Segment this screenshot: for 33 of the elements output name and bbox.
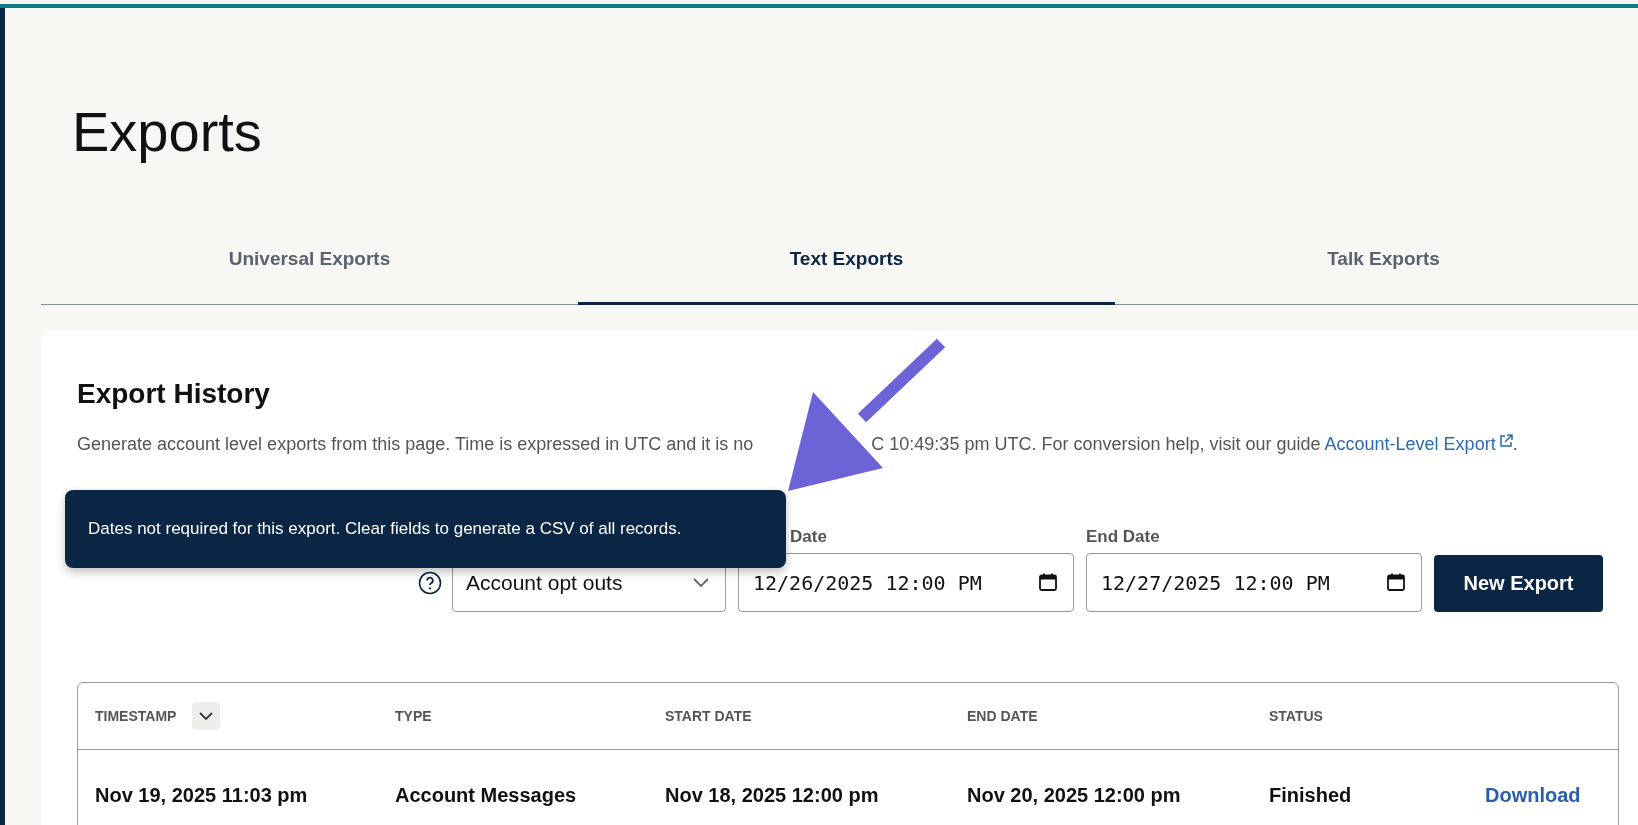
- description-text: .: [1512, 434, 1518, 455]
- calendar-icon[interactable]: [1038, 572, 1058, 592]
- field-label: Date: [790, 527, 827, 547]
- table-cell-text: Finished: [1269, 783, 1353, 807]
- page-title: Exports: [72, 100, 262, 164]
- guide-link[interactable]: Account-Level Export: [1324, 434, 1513, 455]
- column-header: TYPE: [395, 708, 432, 724]
- column-header: TIMESTAMP: [95, 708, 177, 724]
- new-export-button[interactable]: New Export: [1434, 555, 1603, 612]
- table-cell-text: Nov 18, 2025 12:00 pm: [665, 783, 880, 807]
- field-label: End Date: [1086, 527, 1160, 547]
- tab[interactable]: Text Exports: [578, 216, 1115, 305]
- start-date-field[interactable]: 12/26/2025 12:00 PM: [738, 553, 1074, 612]
- chevron-icon: [199, 711, 214, 721]
- tab[interactable]: Talk Exports: [1115, 216, 1638, 305]
- help-icon[interactable]: [418, 571, 442, 595]
- description-text: C 10:49:35 pm UTC. For conversion help, visit our guide: [871, 434, 1321, 455]
- chevron-icon: [693, 577, 709, 588]
- column-header: END DATE: [967, 708, 1038, 724]
- description-text: Generate account level exports from this page. Time is expressed in UTC and it is no: [77, 434, 754, 455]
- column-header: START DATE: [665, 708, 752, 724]
- tab[interactable]: Universal Exports: [41, 216, 578, 305]
- external-link-icon: [1498, 434, 1513, 448]
- calendar-icon[interactable]: [1386, 572, 1406, 592]
- download-link[interactable]: Download: [1469, 783, 1581, 806]
- tooltip: Dates not required for this export. Clear fields to generate a CSV of all records.: [65, 490, 786, 568]
- table-cell-text: Nov 20, 2025 12:00 pm: [967, 783, 1182, 807]
- column-header: STATUS: [1269, 708, 1323, 724]
- sort-button[interactable]: [192, 702, 221, 730]
- table-cell-text: Nov 19, 2025 11:03 pm: [95, 783, 309, 807]
- end-date-field[interactable]: 12/27/2025 12:00 PM: [1086, 553, 1422, 612]
- table-cell-text: Account Messages: [395, 783, 578, 807]
- section-heading: Export History: [77, 377, 270, 411]
